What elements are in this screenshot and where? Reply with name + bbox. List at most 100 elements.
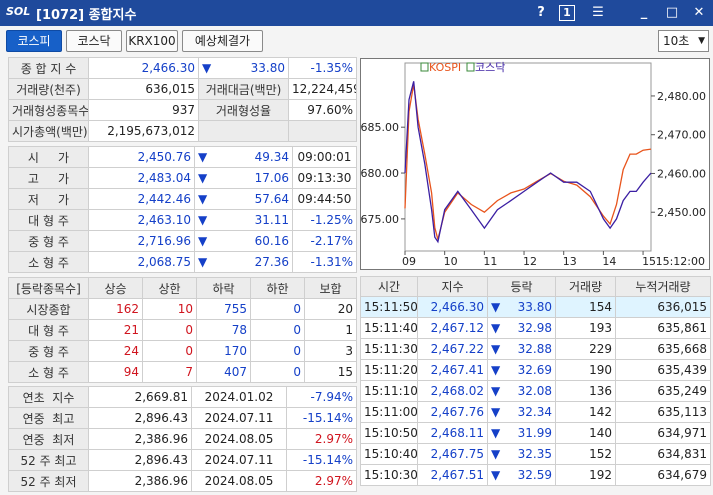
updown-label: 중 형 주 bbox=[8, 340, 89, 362]
price-row: 고 가 2,483.04 ▼ 17.06 09:13:30 bbox=[8, 167, 357, 189]
updown-count: 24 bbox=[88, 340, 143, 362]
price-extra: -1.31% bbox=[292, 251, 357, 273]
right-tick-label: 2,480.00 bbox=[657, 90, 706, 103]
help-button[interactable]: ? bbox=[531, 3, 551, 23]
yearly-row: 연중 최고 2,896.43 2024.07.11 -15.14% bbox=[8, 407, 357, 429]
legend-kospi: KOSPI bbox=[429, 61, 461, 74]
updown-count: 162 bbox=[88, 298, 143, 320]
yearly-value: 2,386.96 bbox=[88, 428, 192, 450]
yearly-rate: -15.14% bbox=[286, 449, 357, 471]
right-tick-label: 2,470.00 bbox=[657, 129, 706, 142]
tab-kosdaq[interactable]: 코스닥 bbox=[66, 30, 122, 52]
tick-change-value: 33.80 bbox=[517, 300, 552, 314]
tick-row[interactable]: 15:11:50 2,466.30 ▼ 33.80 154 636,015 bbox=[360, 296, 711, 318]
updown-header: [등락종목수] 상승 상한 하락 하한 보합 bbox=[8, 277, 357, 299]
formed-value: 937 bbox=[88, 99, 199, 121]
formed-rate-label: 거래형성율 bbox=[198, 99, 289, 121]
price-change: ▼ 31.11 bbox=[194, 209, 293, 231]
price-label: 고 가 bbox=[8, 167, 89, 189]
down-arrow-icon: ▼ bbox=[198, 192, 208, 206]
price-row: 저 가 2,442.46 ▼ 57.64 09:44:50 bbox=[8, 188, 357, 210]
chart-panel: 685.00 680.00 675.00 2,480.00 2,470.00 2,460.… bbox=[360, 58, 710, 270]
page-number-button[interactable]: 1 bbox=[559, 5, 575, 21]
price-change-value: 31.11 bbox=[254, 213, 289, 227]
down-arrow-icon: ▼ bbox=[491, 363, 501, 377]
updown-header-cell: [등락종목수] bbox=[8, 277, 89, 299]
tick-change-value: 32.35 bbox=[517, 447, 552, 461]
mcap-label: 시가총액(백만) bbox=[8, 120, 89, 142]
tick-header-cell: 시간 bbox=[360, 276, 418, 297]
tick-cum-volume: 635,861 bbox=[615, 317, 711, 339]
tick-volume: 229 bbox=[555, 338, 616, 360]
tab-expected-price[interactable]: 예상체결가 bbox=[182, 30, 263, 52]
tick-header: 시간 지수 등락 거래량 누적거래량 bbox=[360, 276, 711, 297]
yearly-date: 2024.01.02 bbox=[191, 386, 287, 408]
updown-count: 0 bbox=[250, 298, 305, 320]
x-end-label: 15:12:00 bbox=[656, 255, 705, 268]
tick-row[interactable]: 15:11:40 2,467.12 ▼ 32.98 193 635,861 bbox=[360, 317, 711, 339]
price-extra: 09:13:30 bbox=[292, 167, 357, 189]
updown-count: 20 bbox=[304, 298, 357, 320]
updown-header-cell: 상한 bbox=[142, 277, 197, 299]
tick-time: 15:10:40 bbox=[360, 443, 418, 465]
down-arrow-icon: ▼ bbox=[198, 255, 208, 269]
close-button[interactable]: ✕ bbox=[689, 3, 709, 23]
x-tick-label: 09 bbox=[402, 255, 416, 268]
menu-button[interactable]: ☰ bbox=[588, 3, 608, 23]
yearly-row: 연중 최저 2,386.96 2024.08.05 2.97% bbox=[8, 428, 357, 450]
left-tick-label: 685.00 bbox=[361, 121, 399, 134]
right-tick-label: 2,450.00 bbox=[657, 206, 706, 219]
tick-row[interactable]: 15:11:20 2,467.41 ▼ 32.69 190 635,439 bbox=[360, 359, 711, 381]
amount-label: 거래대금(백만) bbox=[198, 78, 289, 100]
x-tick-label: 11 bbox=[483, 255, 497, 268]
legend-kospi-swatch bbox=[420, 62, 429, 72]
tick-cum-volume: 634,831 bbox=[615, 443, 711, 465]
price-change: ▼ 49.34 bbox=[194, 146, 293, 168]
price-extra: 09:00:01 bbox=[292, 146, 357, 168]
price-change: ▼ 57.64 bbox=[194, 188, 293, 210]
minimize-button[interactable]: _ bbox=[634, 3, 654, 23]
updown-count: 7 bbox=[142, 361, 197, 383]
price-row: 중 형 주 2,716.96 ▼ 60.16 -2.17% bbox=[8, 230, 357, 252]
price-change: ▼ 27.36 bbox=[194, 251, 293, 273]
tick-volume: 142 bbox=[555, 401, 616, 423]
tick-change-value: 32.69 bbox=[517, 363, 552, 377]
yearly-rate: 2.97% bbox=[286, 428, 357, 450]
tick-index: 2,468.02 bbox=[417, 380, 488, 402]
tick-row[interactable]: 15:11:30 2,467.22 ▼ 32.88 229 635,668 bbox=[360, 338, 711, 360]
tick-index: 2,466.30 bbox=[417, 296, 488, 318]
interval-select[interactable]: 10초 ▼ bbox=[658, 30, 709, 52]
down-arrow-icon: ▼ bbox=[198, 150, 208, 164]
yearly-label: 연중 최고 bbox=[8, 407, 89, 429]
tick-header-cell: 거래량 bbox=[555, 276, 616, 297]
tick-time: 15:10:30 bbox=[360, 464, 418, 486]
index-label: 종 합 지 수 bbox=[8, 57, 89, 79]
tick-row[interactable]: 15:11:00 2,467.76 ▼ 32.34 142 635,113 bbox=[360, 401, 711, 423]
tick-index: 2,467.12 bbox=[417, 317, 488, 339]
tick-row[interactable]: 15:10:50 2,468.11 ▼ 31.99 140 634,971 bbox=[360, 422, 711, 444]
tick-table: 시간 지수 등락 거래량 누적거래량 15:11:50 2,466.30 ▼ 33.80 154 6… bbox=[360, 276, 711, 486]
yearly-date: 2024.08.05 bbox=[191, 428, 287, 450]
yearly-date: 2024.08.05 bbox=[191, 470, 287, 492]
window-title: [1072] 종합지수 bbox=[36, 8, 137, 23]
left-tick-label: 680.00 bbox=[361, 167, 399, 180]
price-label: 저 가 bbox=[8, 188, 89, 210]
yearly-value: 2,386.96 bbox=[88, 470, 192, 492]
tick-index: 2,467.75 bbox=[417, 443, 488, 465]
tick-row[interactable]: 15:10:30 2,467.51 ▼ 32.59 192 634,679 bbox=[360, 464, 711, 486]
tick-index: 2,467.41 bbox=[417, 359, 488, 381]
maximize-button[interactable]: □ bbox=[662, 3, 682, 23]
tick-row[interactable]: 15:11:10 2,468.02 ▼ 32.08 136 635,249 bbox=[360, 380, 711, 402]
updown-header-cell: 보합 bbox=[304, 277, 357, 299]
tick-change: ▼ 32.34 bbox=[487, 401, 556, 423]
tick-change-value: 32.59 bbox=[517, 468, 552, 482]
down-arrow-icon: ▼ bbox=[491, 426, 501, 440]
updown-header-cell: 하락 bbox=[196, 277, 251, 299]
tab-kospi[interactable]: 코스피 bbox=[6, 30, 62, 52]
tick-row[interactable]: 15:10:40 2,467.75 ▼ 32.35 152 634,831 bbox=[360, 443, 711, 465]
price-extra: 09:44:50 bbox=[292, 188, 357, 210]
price-change-value: 17.06 bbox=[254, 171, 289, 185]
index-rate: -1.35% bbox=[288, 57, 357, 79]
tab-krx100[interactable]: KRX100 bbox=[126, 30, 178, 52]
yearly-row: 연초 지수 2,669.81 2024.01.02 -7.94% bbox=[8, 386, 357, 408]
